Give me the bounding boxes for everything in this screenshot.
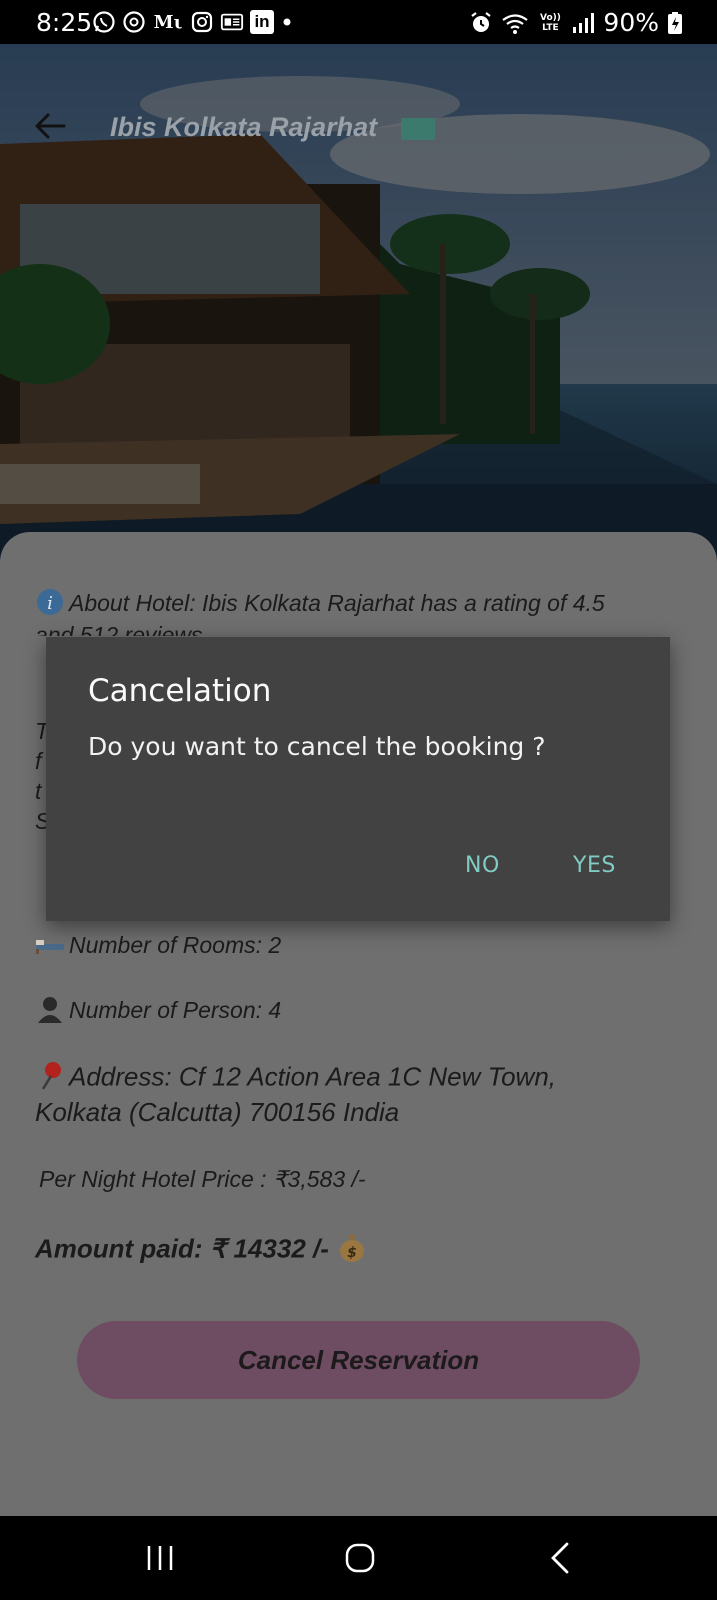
info-icon: i (35, 588, 65, 622)
status-bar: 8:25 Mι in Vo)) LTE 90% (0, 0, 717, 44)
back-nav-icon[interactable] (541, 1538, 581, 1578)
amount-paid-text: Amount paid: ₹ 14332 /- $ (35, 1231, 372, 1270)
volte-icon: Vo)) LTE (539, 12, 561, 33)
battery-icon (667, 11, 683, 35)
rooms-text: Number of Rooms: 2 (35, 932, 281, 960)
bed-icon (35, 933, 65, 960)
system-icons: Vo)) LTE 90% (469, 8, 683, 37)
dot-icon (280, 10, 294, 34)
svg-text:i: i (47, 593, 53, 614)
yes-button[interactable]: YES (573, 853, 616, 878)
fragment-line-2: f (35, 748, 42, 774)
rooms-label: Number of Rooms: 2 (69, 932, 282, 958)
amount-paid-label: Amount paid: ₹ 14332 /- (35, 1233, 337, 1264)
linkedin-icon: in (250, 10, 274, 34)
address-line-1: Address: Cf 12 Action Area 1C New Town, (69, 1061, 557, 1092)
address-line-2: Kolkata (Calcutta) 700156 India (35, 1097, 400, 1127)
fragment-line-3: t (35, 778, 42, 804)
dialog-title: Cancelation (88, 673, 272, 709)
flag-icon (401, 118, 435, 140)
page-title: Ibis Kolkata Rajarhat (110, 112, 378, 142)
price-text: Per Night Hotel Price : ₹3,583 /- (39, 1166, 366, 1192)
instagram-icon (190, 10, 214, 34)
arrow-left-icon[interactable] (30, 106, 70, 146)
recent-apps-icon[interactable] (140, 1538, 180, 1578)
whatsapp-icon (92, 10, 116, 34)
status-time: 8:25 (36, 8, 93, 37)
address-text: Address: Cf 12 Action Area 1C New Town, (35, 1060, 556, 1097)
about-hotel-text: i About Hotel: Ibis Kolkata Rajarhat has… (35, 588, 605, 622)
alarm-icon (469, 11, 493, 35)
navigation-bar (0, 1516, 717, 1600)
no-button[interactable]: NO (465, 853, 500, 878)
cancel-reservation-label: Cancel Reservation (237, 1344, 480, 1375)
medium-icon: Mι (153, 11, 183, 33)
dialog-message: Do you want to cancel the booking ? (88, 732, 546, 761)
persons-text: Number of Person: 4 (35, 995, 281, 1029)
news-icon (220, 10, 244, 34)
pin-icon (35, 1060, 65, 1097)
threads-icon (122, 10, 146, 34)
cancel-confirm-dialog: Cancelation Do you want to cancel the bo… (46, 637, 670, 921)
cancel-reservation-button[interactable]: Cancel Reservation (77, 1321, 640, 1399)
wifi-icon (501, 11, 529, 35)
about-label: About Hotel: Ibis Kolkata Rajarhat has a… (69, 590, 605, 617)
signal-icon (571, 11, 595, 35)
persons-label: Number of Person: 4 (69, 997, 282, 1024)
money-bag-icon: $ (336, 1231, 368, 1270)
battery-level: 90% (603, 8, 659, 37)
about-continued: and 512 reviews (35, 622, 203, 636)
notification-icons: Mι in (92, 10, 294, 34)
home-icon[interactable] (340, 1538, 380, 1578)
svg-text:$: $ (347, 1245, 357, 1261)
person-icon (35, 995, 65, 1029)
